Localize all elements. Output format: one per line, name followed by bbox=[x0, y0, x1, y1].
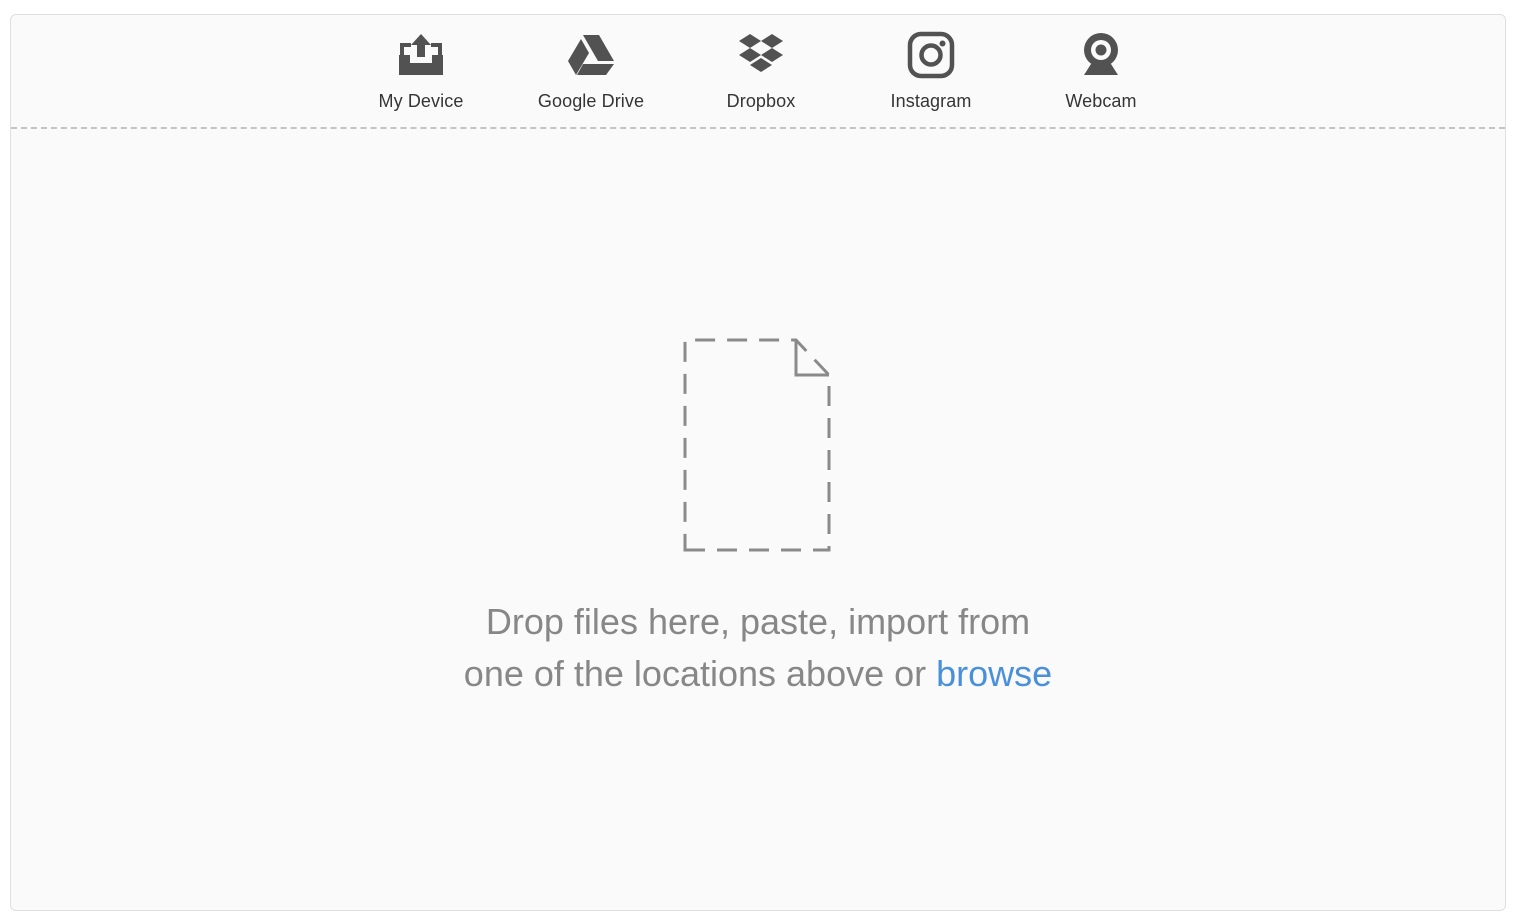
dropbox-icon bbox=[735, 29, 787, 81]
google-drive-icon bbox=[565, 29, 617, 81]
uploader-dashboard: My Device Google Drive Dropbox Instagram… bbox=[10, 14, 1506, 911]
drop-instructions: Drop files here, paste, import from one … bbox=[11, 596, 1505, 700]
source-google-drive-button[interactable]: Google Drive bbox=[521, 29, 661, 117]
instagram-icon bbox=[905, 29, 957, 81]
source-tabs: My Device Google Drive Dropbox Instagram… bbox=[11, 15, 1505, 129]
webcam-icon bbox=[1075, 29, 1127, 81]
drop-instructions-line2-text: one of the locations above or bbox=[463, 653, 927, 694]
upload-tray-icon bbox=[395, 29, 447, 81]
source-instagram-button[interactable]: Instagram bbox=[861, 29, 1001, 117]
source-dropbox-button[interactable]: Dropbox bbox=[691, 29, 831, 117]
source-label: Google Drive bbox=[537, 91, 645, 111]
source-label: Instagram bbox=[890, 91, 972, 111]
source-webcam-button[interactable]: Webcam bbox=[1031, 29, 1171, 117]
drop-instructions-line2: one of the locations above or browse bbox=[11, 648, 1505, 700]
browse-link[interactable]: browse bbox=[936, 653, 1052, 694]
source-label: Webcam bbox=[1065, 91, 1137, 111]
drop-zone[interactable]: Drop files here, paste, import from one … bbox=[11, 129, 1505, 912]
source-label: Dropbox bbox=[726, 91, 796, 111]
source-label: My Device bbox=[378, 91, 464, 111]
source-my-device-button[interactable]: My Device bbox=[351, 29, 491, 117]
drop-instructions-line1: Drop files here, paste, import from bbox=[485, 601, 1031, 642]
dashed-file-icon bbox=[683, 338, 831, 552]
